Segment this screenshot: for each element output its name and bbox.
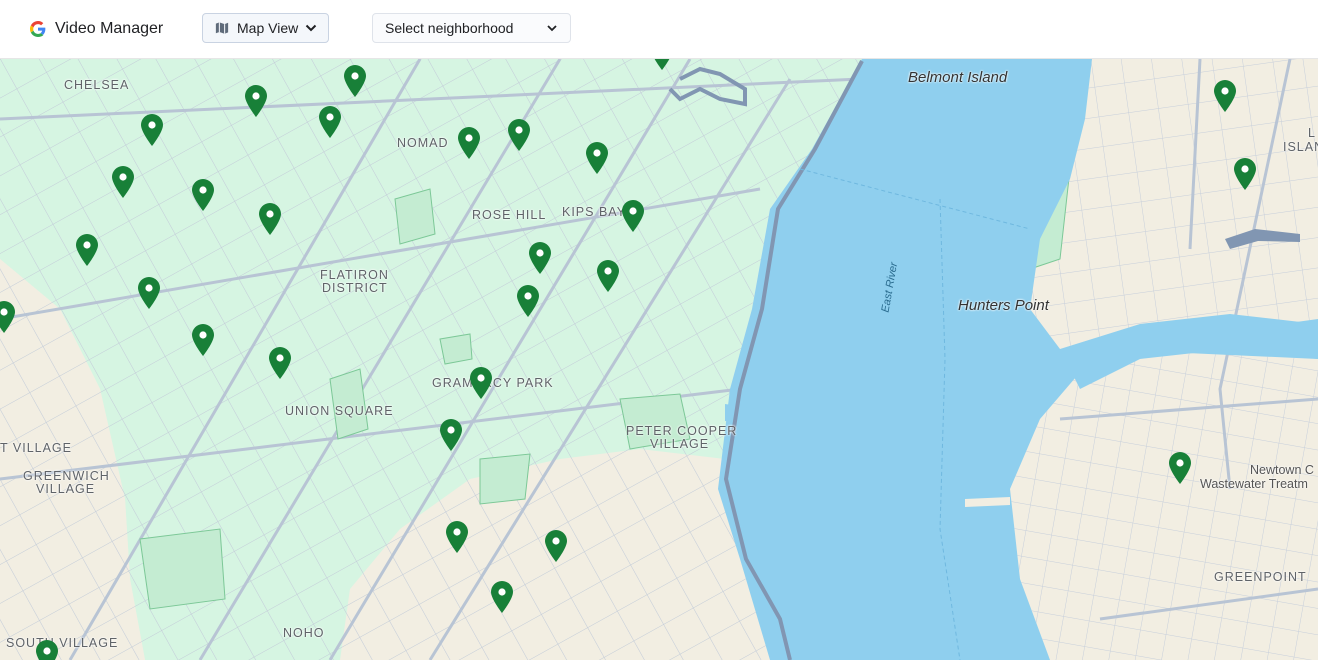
map-label-nomad: NOMAD bbox=[397, 136, 449, 150]
map-pin-icon[interactable] bbox=[650, 59, 674, 71]
map-label-newtown-2: Wastewater Treatm bbox=[1200, 477, 1308, 491]
map-pin-icon[interactable] bbox=[258, 202, 282, 236]
map-label-peter-cooper-2: VILLAGE bbox=[650, 437, 710, 451]
map-pin-icon[interactable] bbox=[191, 323, 215, 357]
neighborhood-select-placeholder: Select neighborhood bbox=[385, 20, 514, 36]
view-mode-dropdown[interactable]: Map View bbox=[202, 13, 329, 43]
map-label-chelsea: CHELSEA bbox=[64, 78, 130, 92]
map-label-island-1: L bbox=[1308, 126, 1316, 140]
map-pin-icon[interactable] bbox=[596, 259, 620, 293]
map-pin-icon[interactable] bbox=[244, 84, 268, 118]
map-pin-icon[interactable] bbox=[0, 300, 16, 334]
map-label-belmont-island: Belmont Island bbox=[908, 69, 1008, 86]
map-pin-icon[interactable] bbox=[621, 199, 645, 233]
map-pin-icon[interactable] bbox=[1168, 451, 1192, 485]
map-pin-icon[interactable] bbox=[490, 580, 514, 614]
map-pin-icon[interactable] bbox=[544, 529, 568, 563]
app-title: Video Manager bbox=[55, 20, 164, 37]
map-label-union-square: UNION SQUARE bbox=[285, 404, 394, 418]
map-pin-icon[interactable] bbox=[35, 639, 59, 660]
chevron-down-icon bbox=[547, 25, 557, 32]
top-bar: Video Manager Map View Select neighborho… bbox=[0, 0, 1318, 59]
map-pin-icon[interactable] bbox=[1213, 79, 1237, 113]
map-pin-icon[interactable] bbox=[445, 520, 469, 554]
map-pin-icon[interactable] bbox=[75, 233, 99, 267]
map-pin-icon[interactable] bbox=[528, 241, 552, 275]
map-pin-icon[interactable] bbox=[516, 284, 540, 318]
map-pin-icon[interactable] bbox=[469, 366, 493, 400]
map-pin-icon[interactable] bbox=[111, 165, 135, 199]
brand: Video Manager bbox=[30, 17, 163, 41]
map-pin-icon[interactable] bbox=[439, 418, 463, 452]
map-label-kips-bay: KIPS BAY bbox=[562, 205, 627, 219]
map-label-rose-hill: ROSE HILL bbox=[472, 208, 547, 222]
map-label-south-village: SOUTH VILLAGE bbox=[6, 636, 119, 650]
map-base-layer bbox=[0, 59, 1318, 660]
map-pin-icon[interactable] bbox=[343, 64, 367, 98]
map-pin-icon[interactable] bbox=[268, 346, 292, 380]
map-pin-icon[interactable] bbox=[140, 113, 164, 147]
map-pin-icon[interactable] bbox=[318, 105, 342, 139]
map-label-flatiron-2: DISTRICT bbox=[322, 281, 388, 295]
map-pin-icon[interactable] bbox=[585, 141, 609, 175]
map-label-east-village: T VILLAGE bbox=[0, 441, 72, 455]
map-pin-icon[interactable] bbox=[507, 118, 531, 152]
map-label-greenpoint: GREENPOINT bbox=[1214, 570, 1307, 584]
view-mode-label: Map View bbox=[237, 20, 299, 36]
map-label-hunters-point: Hunters Point bbox=[958, 297, 1049, 314]
map-pin-icon[interactable] bbox=[1233, 157, 1257, 191]
map-label-newtown-1: Newtown C bbox=[1250, 463, 1314, 477]
map-canvas[interactable]: CHELSEA NOMAD ROSE HILL KIPS BAY FLATIRO… bbox=[0, 59, 1318, 660]
neighborhood-select[interactable]: Select neighborhood bbox=[372, 13, 571, 43]
map-pin-icon[interactable] bbox=[137, 276, 161, 310]
map-icon bbox=[215, 22, 229, 34]
map-pin-icon[interactable] bbox=[457, 126, 481, 160]
chevron-down-icon bbox=[305, 24, 317, 32]
map-label-greenwich-2: VILLAGE bbox=[36, 482, 96, 496]
map-label-noho: NOHO bbox=[283, 626, 325, 640]
map-label-island-2: ISLAN bbox=[1283, 140, 1318, 154]
google-g-icon bbox=[30, 21, 46, 37]
map-pin-icon[interactable] bbox=[191, 178, 215, 212]
